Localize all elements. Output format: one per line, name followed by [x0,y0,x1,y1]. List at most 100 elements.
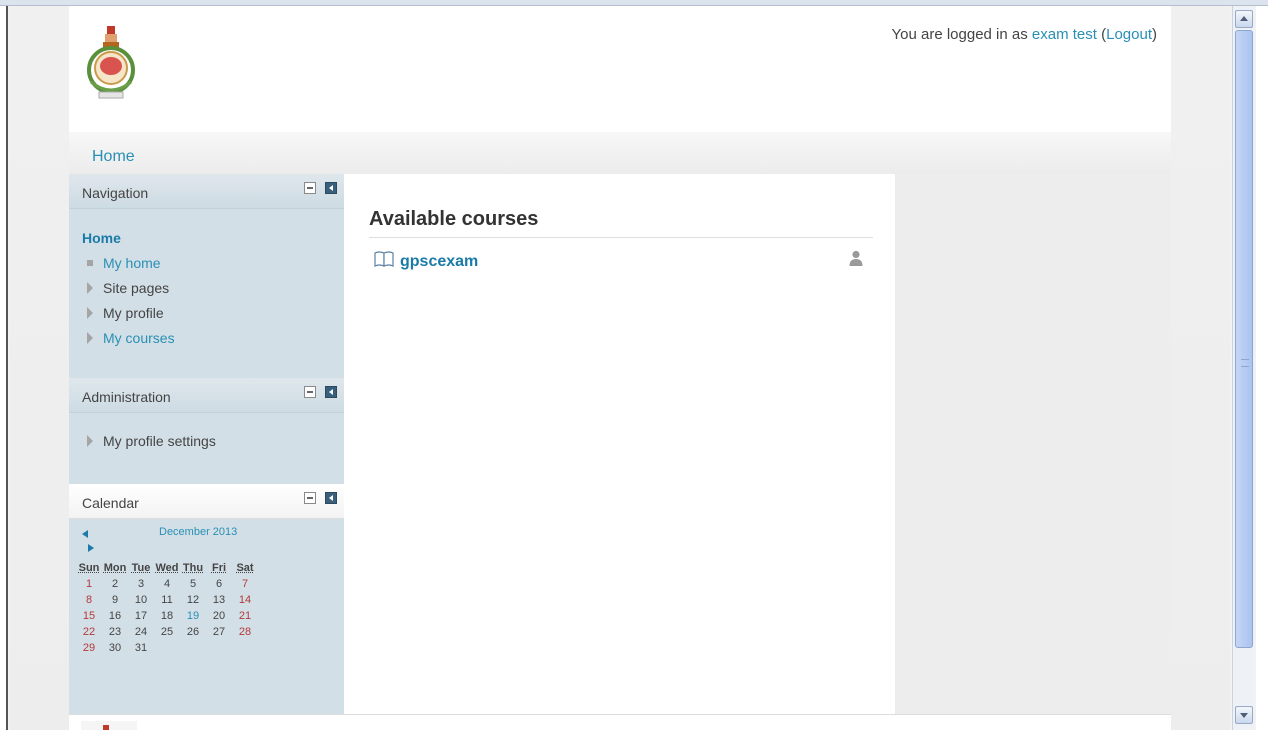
previous-month-arrow-icon[interactable] [82,530,88,538]
calendar-weekday: Wed [154,560,180,576]
administration-block-header: Administration [69,378,344,413]
calendar-day[interactable]: 12 [180,592,206,608]
calendar-day[interactable]: 4 [154,576,180,592]
nav-item-my-home[interactable]: My home [87,255,161,271]
breadcrumb: Home [69,132,1171,174]
calendar-day[interactable]: 15 [76,608,102,624]
calendar-day[interactable]: 13 [206,592,232,608]
calendar-day[interactable]: 14 [232,592,258,608]
calendar-block-header: Calendar [69,484,344,519]
page: You are logged in as exam test (Logout) … [69,6,1171,730]
calendar-day[interactable]: 9 [102,592,128,608]
nav-item-label: My courses [103,330,175,346]
emblem-logo [79,24,143,108]
calendar-month-link[interactable]: December 2013 [159,526,237,538]
logout-link[interactable]: Logout [1106,26,1152,43]
nav-item-label: Site pages [103,280,169,296]
calendar-weekday: Sun [76,560,102,576]
calendar-grid: Sun Mon Tue Wed Thu Fri Sat 1 2 3 4 5 6 7 8 9 10 11 12 13 1… [76,560,258,656]
calendar-day[interactable]: 5 [180,576,206,592]
nav-item-site-pages[interactable]: Site pages [87,280,169,296]
calendar-day[interactable]: 1 [76,576,102,592]
login-info: You are logged in as exam test (Logout) [892,26,1157,43]
calendar-day [206,640,232,656]
calendar-day[interactable]: 10 [128,592,154,608]
calendar-day[interactable]: 2 [102,576,128,592]
user-name-link[interactable]: exam test [1032,26,1097,43]
calendar-day [154,640,180,656]
course-book-icon [374,251,394,267]
footer-emblem-logo [81,721,137,730]
user-icon[interactable] [849,250,863,266]
scroll-up-arrow-icon[interactable] [1235,10,1253,28]
hide-block-icon[interactable] [304,386,316,398]
nav-item-label: My profile [103,305,164,321]
next-month-arrow-icon[interactable] [88,544,94,552]
calendar-weekday: Fri [206,560,232,576]
calendar-day[interactable]: 18 [154,608,180,624]
bullet-square-icon [87,260,93,266]
calendar-day[interactable]: 27 [206,624,232,640]
navigation-block-header: Navigation [69,174,344,209]
calendar-weekday: Mon [102,560,128,576]
calendar-weekday: Thu [180,560,206,576]
nav-item-my-courses[interactable]: My courses [87,330,175,346]
dock-block-icon[interactable] [325,182,337,194]
main-content: Available courses gpscexam [344,174,895,714]
calendar-day[interactable]: 19 [180,608,206,624]
hide-block-icon[interactable] [304,492,316,504]
calendar-block: Calendar [69,484,344,519]
calendar-weekday: Sat [232,560,258,576]
login-prefix: You are logged in as [892,26,1032,43]
scrollbar-thumb[interactable] [1235,30,1253,648]
calendar-day[interactable]: 31 [128,640,154,656]
calendar-day[interactable]: 11 [154,592,180,608]
left-column: Navigation Home My home Site pages My pr… [69,174,344,714]
calendar-day[interactable]: 30 [102,640,128,656]
scroll-down-arrow-icon[interactable] [1235,706,1253,724]
calendar-day[interactable]: 26 [180,624,206,640]
calendar-day[interactable]: 20 [206,608,232,624]
expand-arrow-icon [87,332,93,344]
logout-close: ) [1152,26,1157,43]
calendar-day[interactable]: 3 [128,576,154,592]
calendar-day[interactable]: 21 [232,608,258,624]
dock-block-icon[interactable] [325,492,337,504]
calendar-weekday: Tue [128,560,154,576]
calendar-days: 1 2 3 4 5 6 7 8 9 10 11 12 13 14 15 16 17 18 19 20 21 22 23 24 2… [76,576,258,656]
calendar-block-title: Calendar [82,495,139,511]
course-link-gpscexam[interactable]: gpscexam [400,253,478,271]
calendar-day[interactable]: 24 [128,624,154,640]
breadcrumb-home[interactable]: Home [92,148,135,166]
nav-home-link[interactable]: Home [82,230,121,246]
administration-block-title: Administration [82,389,171,405]
hide-block-icon[interactable] [304,182,316,194]
calendar-week-row: 15 16 17 18 19 20 21 [76,608,258,624]
calendar-day[interactable]: 25 [154,624,180,640]
admin-item-my-profile-settings[interactable]: My profile settings [87,433,216,449]
calendar-day[interactable]: 6 [206,576,232,592]
calendar-day[interactable]: 29 [76,640,102,656]
calendar-day[interactable]: 22 [76,624,102,640]
calendar-day[interactable]: 23 [102,624,128,640]
calendar-day[interactable]: 17 [128,608,154,624]
calendar-day[interactable]: 8 [76,592,102,608]
calendar-week-row: 1234567 [76,576,258,592]
dock-block-icon[interactable] [325,386,337,398]
vertical-scrollbar[interactable] [1232,6,1254,730]
navigation-block-title: Navigation [82,185,148,201]
calendar-day[interactable]: 28 [232,624,258,640]
expand-arrow-icon [87,282,93,294]
scrollbar-grip [1241,359,1249,367]
window-right-edge [1256,6,1268,730]
calendar-day[interactable]: 7 [232,576,258,592]
nav-item-label: My home [103,255,161,271]
window-left-frame [0,6,8,730]
calendar-week-row: 22 23 24 25 26 27 28 [76,624,258,640]
expand-arrow-icon [87,307,93,319]
calendar-week-row: 8 9 10 11 12 13 14 [76,592,258,608]
right-column [895,174,1171,714]
nav-item-my-profile[interactable]: My profile [87,305,164,321]
available-courses-heading: Available courses [369,208,873,238]
calendar-day[interactable]: 16 [102,608,128,624]
